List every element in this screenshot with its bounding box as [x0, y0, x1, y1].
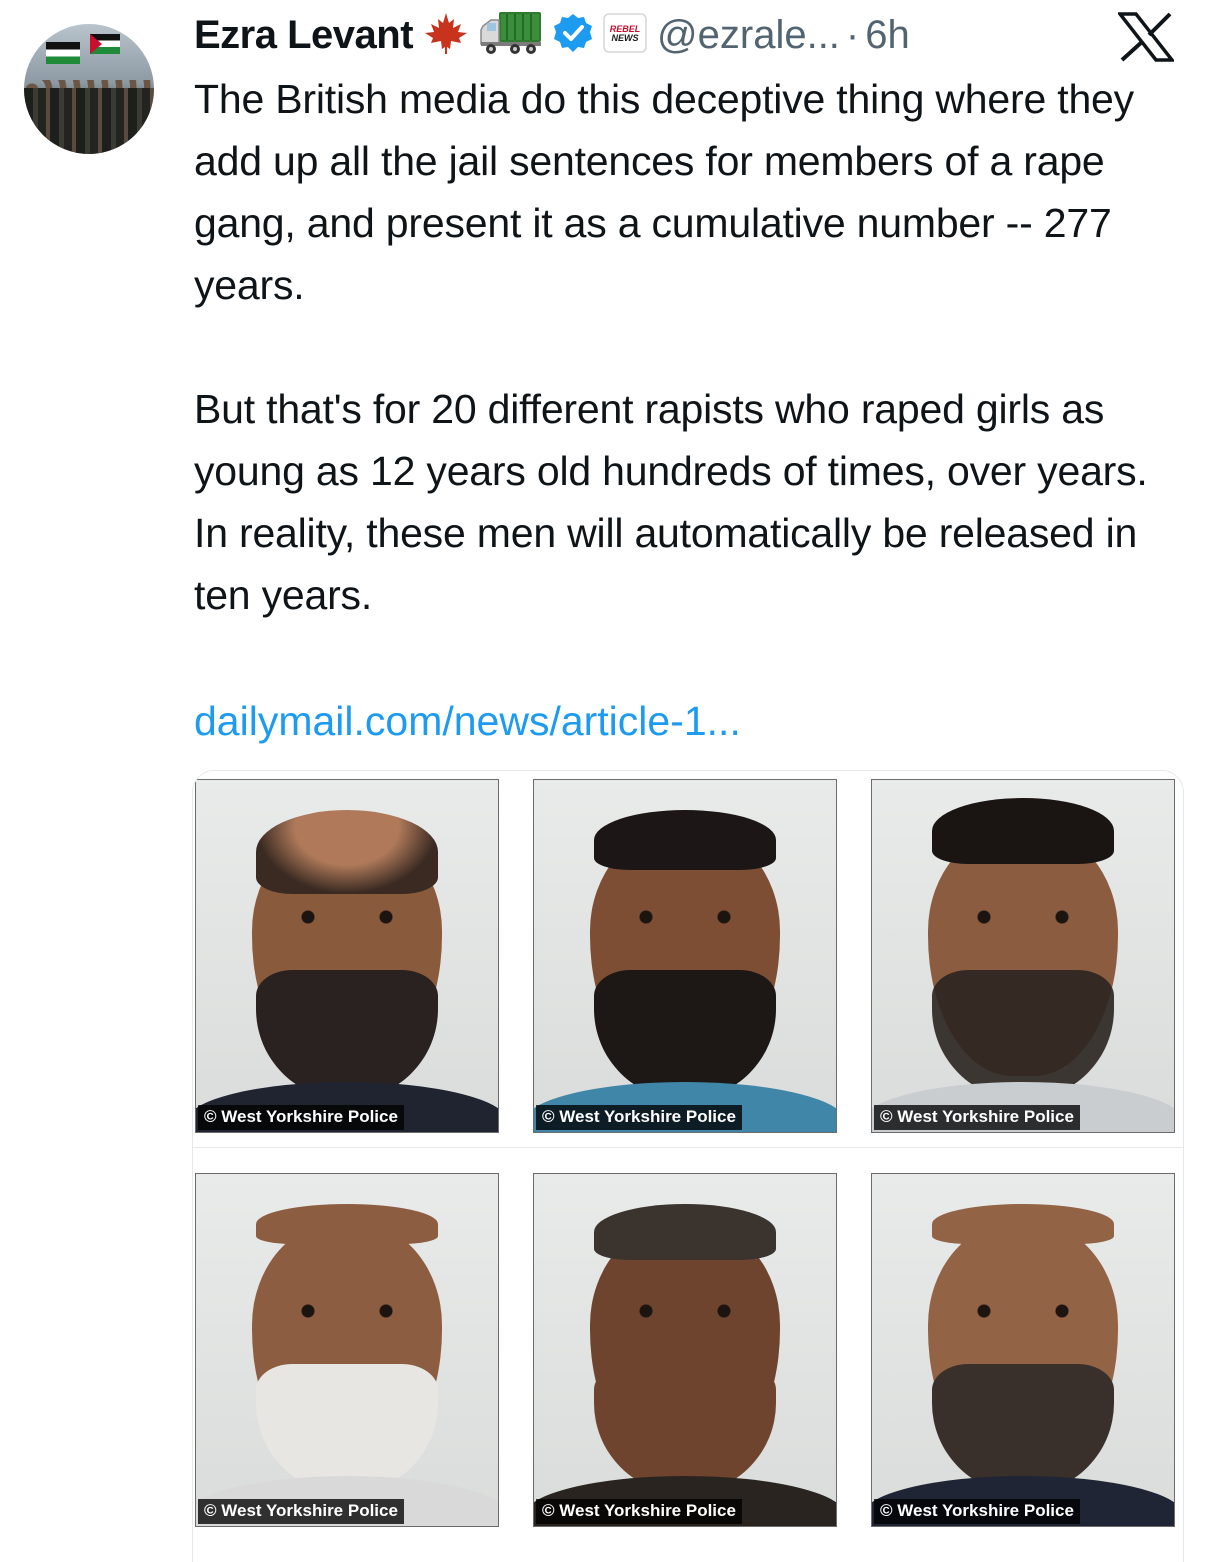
maple-leaf-icon: [423, 11, 469, 60]
photo-credit: © West Yorkshire Police: [536, 1105, 742, 1130]
verified-icon[interactable]: [553, 13, 593, 58]
author-handle[interactable]: @ezrale...: [657, 13, 840, 58]
tweet-paragraph-2: But that's for 20 different rapists who …: [194, 386, 1148, 618]
tweet-header: Ezra Levant REBEL NEWS @ezrale... · 6h: [194, 6, 910, 64]
mugshot-photo[interactable]: © West Yorkshire Police: [195, 779, 499, 1133]
photo-credit: © West Yorkshire Police: [198, 1499, 404, 1524]
mugshot-photo[interactable]: © West Yorkshire Police: [533, 1173, 837, 1527]
beard-image: [594, 1364, 776, 1494]
hair-image: [594, 1204, 776, 1260]
flag-image: [90, 34, 120, 54]
eyes-image: [294, 910, 400, 924]
photo-credit: © West Yorkshire Police: [536, 1499, 742, 1524]
photo-credit: © West Yorkshire Police: [874, 1499, 1080, 1524]
hair-image: [932, 798, 1114, 864]
eyes-image: [632, 1304, 738, 1318]
beard-image: [256, 970, 438, 1100]
photo-credit: © West Yorkshire Police: [198, 1105, 404, 1130]
eyes-image: [970, 1304, 1076, 1318]
mugshot-photo[interactable]: © West Yorkshire Police: [533, 779, 837, 1133]
svg-text:NEWS: NEWS: [612, 33, 639, 43]
x-logo-icon[interactable]: [1116, 12, 1176, 62]
tweet-paragraph-1: The British media do this deceptive thin…: [194, 76, 1134, 308]
beard-image: [932, 970, 1114, 1100]
tweet[interactable]: Ezra Levant REBEL NEWS @ezrale... · 6h T…: [0, 0, 1206, 1562]
avatar[interactable]: [24, 24, 154, 154]
hair-image: [932, 1204, 1114, 1244]
beard-image: [594, 970, 776, 1100]
hair-image: [256, 1204, 438, 1244]
tweet-text: The British media do this deceptive thin…: [194, 68, 1184, 626]
rebel-news-icon[interactable]: REBEL NEWS: [603, 12, 647, 58]
eyes-image: [970, 910, 1076, 924]
beard-image: [256, 1364, 438, 1494]
eyes-image: [632, 910, 738, 924]
mugshot-photo[interactable]: © West Yorkshire Police: [195, 1173, 499, 1527]
media-grid[interactable]: © West Yorkshire Police © West Yorkshire…: [192, 770, 1184, 1562]
hair-image: [594, 810, 776, 870]
author-name[interactable]: Ezra Levant: [194, 13, 414, 58]
separator-dot: ·: [845, 12, 860, 57]
truck-icon: [479, 10, 543, 61]
eyes-image: [294, 1304, 400, 1318]
mugshot-photo[interactable]: © West Yorkshire Police: [871, 779, 1175, 1133]
timestamp[interactable]: 6h: [865, 13, 910, 58]
mugshot-photo[interactable]: © West Yorkshire Police: [871, 1173, 1175, 1527]
beard-image: [932, 1364, 1114, 1494]
divider: [193, 1147, 1183, 1148]
crowd-image: [24, 88, 154, 154]
flag-image: [46, 42, 80, 64]
hair-image: [256, 810, 438, 894]
photo-credit: © West Yorkshire Police: [874, 1105, 1080, 1130]
article-link[interactable]: dailymail.com/news/article-1...: [194, 690, 741, 752]
